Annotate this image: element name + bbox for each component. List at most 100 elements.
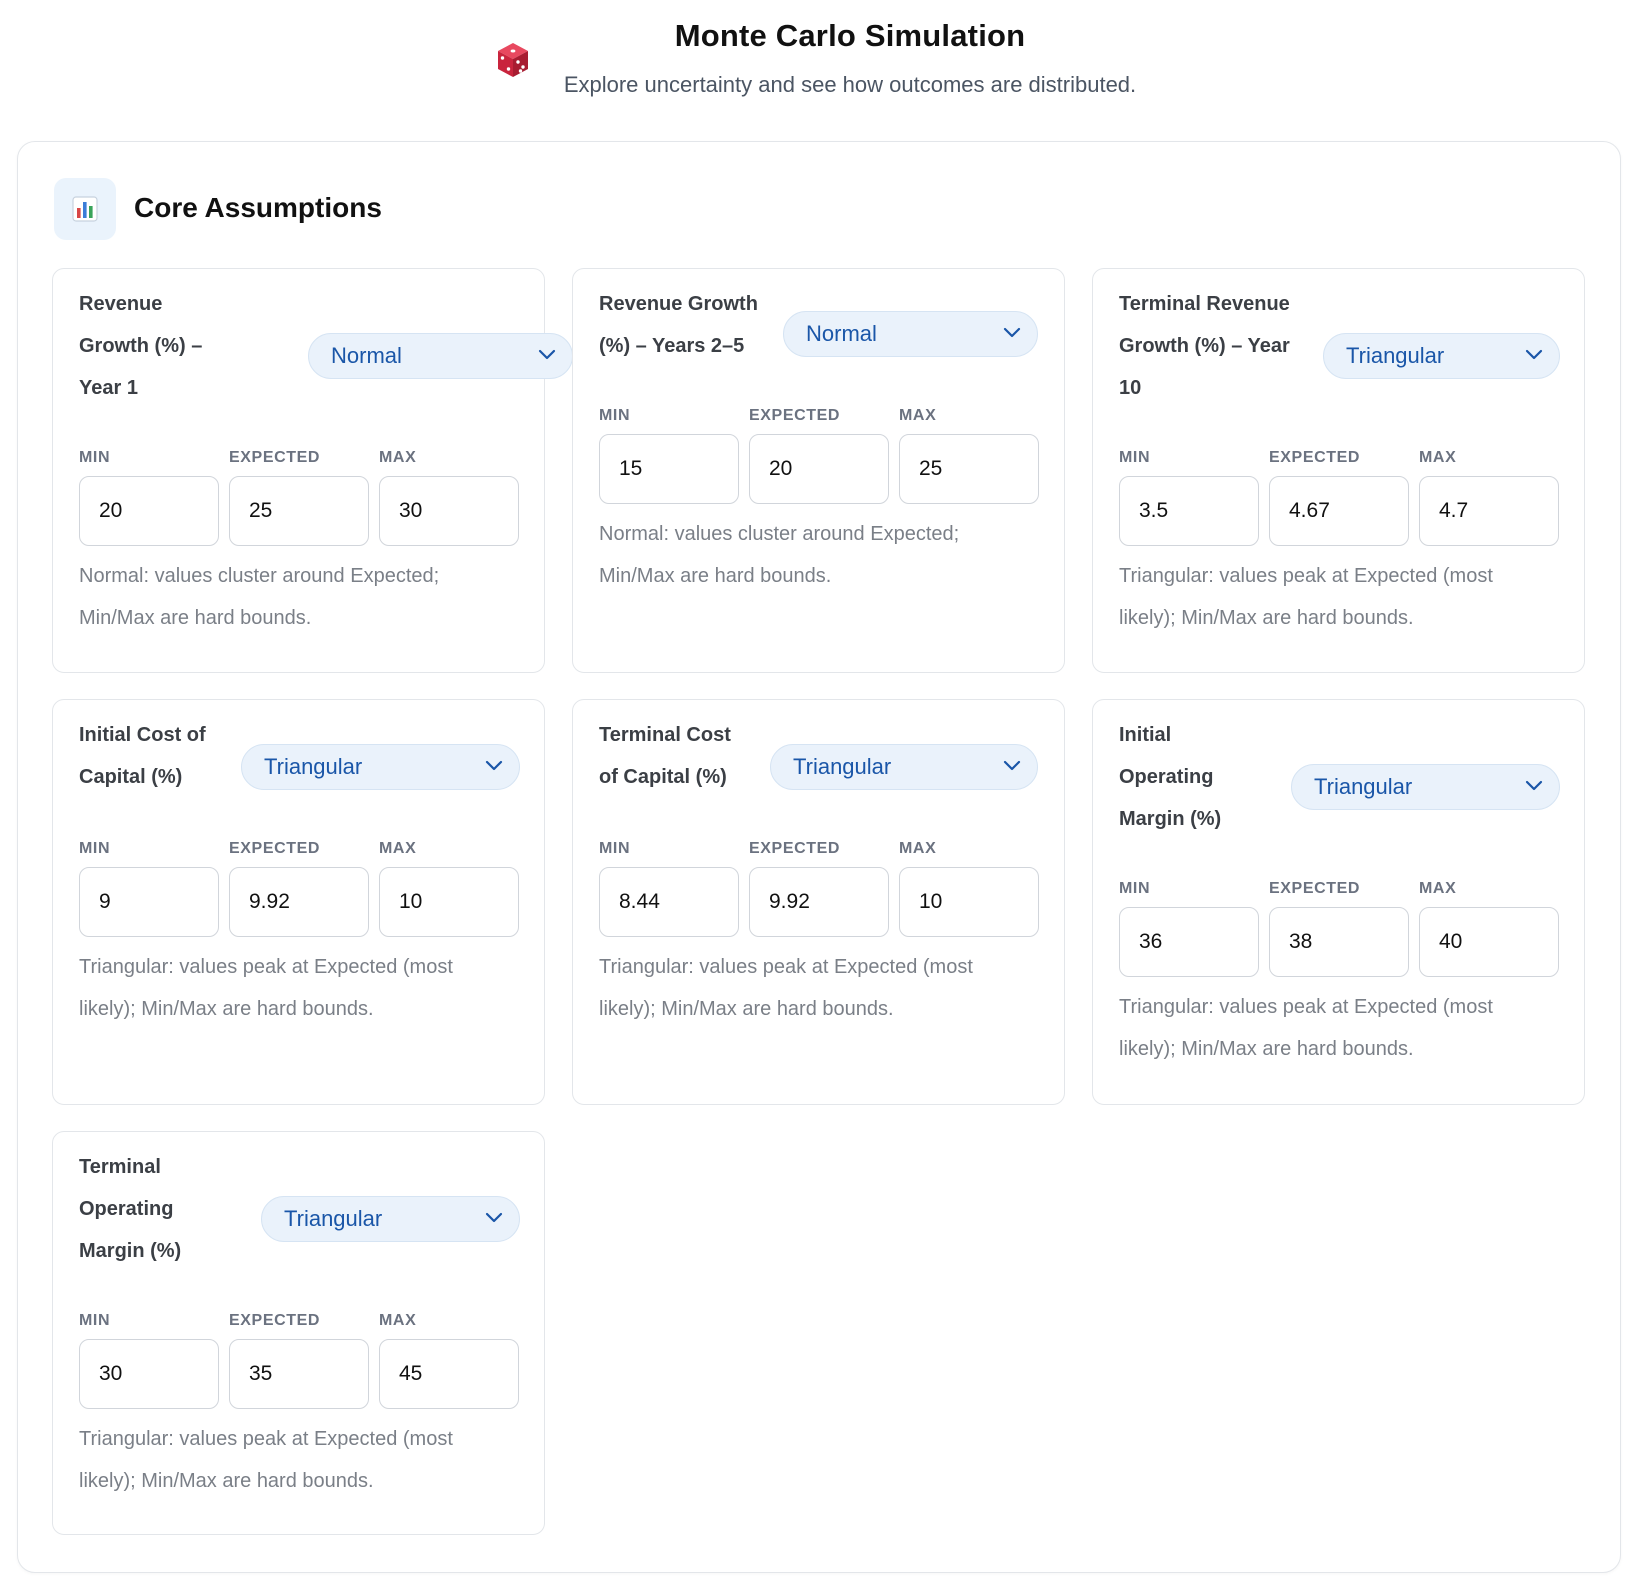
max-input[interactable] — [379, 476, 519, 546]
assumption-card: Terminal Operating Margin (%) Triangular M… — [52, 1131, 545, 1535]
assumption-label: Year 1 — [79, 377, 138, 399]
page-header: Monte Carlo Simulation Explore uncertain… — [0, 0, 1630, 110]
distribution-select[interactable]: Triangular — [1323, 333, 1560, 379]
distribution-value: Triangular — [1346, 343, 1445, 368]
min-input[interactable] — [79, 867, 219, 937]
assumption-label: Terminal — [79, 1156, 161, 1178]
min-input[interactable] — [599, 434, 739, 504]
distribution-hint: Normal: values cluster around Expected; — [79, 565, 440, 587]
assumption-label: Operating — [1119, 766, 1214, 788]
distribution-select[interactable]: Triangular — [770, 744, 1038, 790]
min-column-header: MIN — [1119, 449, 1151, 466]
distribution-hint: likely); Min/Max are hard bounds. — [1119, 607, 1414, 629]
expected-column-header: EXPECTED — [229, 449, 321, 466]
min-column-header: MIN — [1119, 880, 1151, 897]
max-column-header: MAX — [899, 840, 937, 857]
expected-column-header: EXPECTED — [229, 840, 321, 857]
assumption-card: Initial Cost of Capital (%) Triangular MI… — [52, 699, 545, 1105]
distribution-hint: Normal: values cluster around Expected; — [599, 523, 960, 545]
assumption-card: Terminal Revenue Growth (%) – Year 10 Tria… — [1092, 268, 1585, 673]
min-input[interactable] — [1119, 476, 1259, 546]
distribution-value: Triangular — [793, 754, 892, 779]
min-input[interactable] — [599, 867, 739, 937]
max-input[interactable] — [899, 434, 1039, 504]
expected-column-header: EXPECTED — [749, 407, 841, 424]
expected-input[interactable] — [749, 434, 889, 504]
chevron-down-icon — [1525, 349, 1543, 360]
assumption-label: Terminal Revenue — [1119, 293, 1290, 315]
page-subtitle: Explore uncertainty and see how outcomes… — [563, 72, 1137, 97]
distribution-hint: Min/Max are hard bounds. — [79, 607, 312, 629]
assumption-label: Margin (%) — [79, 1240, 182, 1262]
expected-input[interactable] — [229, 476, 369, 546]
assumption-label: 10 — [1119, 377, 1142, 399]
distribution-select[interactable]: Triangular — [241, 744, 520, 790]
chevron-down-icon — [485, 760, 503, 771]
max-column-header: MAX — [379, 449, 417, 466]
chevron-down-icon — [485, 1212, 503, 1223]
assumption-label: Margin (%) — [1119, 808, 1222, 830]
assumption-label: Growth (%) – — [79, 335, 203, 357]
distribution-hint: likely); Min/Max are hard bounds. — [599, 998, 894, 1020]
distribution-value: Triangular — [1314, 774, 1413, 799]
min-input[interactable] — [79, 1339, 219, 1409]
min-column-header: MIN — [79, 840, 111, 857]
distribution-hint: likely); Min/Max are hard bounds. — [79, 1470, 374, 1492]
max-input[interactable] — [379, 867, 519, 937]
assumption-label: (%) – Years 2–5 — [599, 335, 745, 357]
max-column-header: MAX — [379, 840, 417, 857]
assumption-label: Terminal Cost — [599, 724, 731, 746]
distribution-value: Triangular — [284, 1206, 383, 1231]
expected-column-header: EXPECTED — [1269, 880, 1361, 897]
assumption-label: Initial Cost of — [79, 724, 206, 746]
assumption-label: Growth (%) – Year — [1119, 335, 1290, 357]
distribution-hint: Triangular: values peak at Expected (mos… — [1119, 565, 1493, 587]
max-input[interactable] — [379, 1339, 519, 1409]
max-input[interactable] — [1419, 476, 1559, 546]
chevron-down-icon — [1003, 760, 1021, 771]
expected-input[interactable] — [229, 867, 369, 937]
min-column-header: MIN — [599, 407, 631, 424]
expected-input[interactable] — [749, 867, 889, 937]
chevron-down-icon — [538, 349, 556, 360]
expected-input[interactable] — [1269, 907, 1409, 977]
distribution-hint: Min/Max are hard bounds. — [599, 565, 832, 587]
assumption-label: Initial — [1119, 724, 1172, 746]
min-column-header: MIN — [79, 449, 111, 466]
bar-chart-icon — [54, 178, 116, 240]
assumption-label: of Capital (%) — [599, 766, 727, 788]
page-title: Monte Carlo Simulation — [674, 18, 1026, 53]
distribution-value: Normal — [331, 343, 402, 368]
distribution-select[interactable]: Triangular — [261, 1196, 520, 1242]
max-column-header: MAX — [1419, 880, 1457, 897]
distribution-hint: Triangular: values peak at Expected (mos… — [79, 1428, 453, 1450]
min-input[interactable] — [1119, 907, 1259, 977]
min-input[interactable] — [79, 476, 219, 546]
distribution-select[interactable]: Triangular — [1291, 764, 1560, 810]
assumption-label: Revenue Growth — [599, 293, 758, 315]
assumption-card: Revenue Growth (%) – Years 2–5 Normal MIN… — [572, 268, 1065, 673]
assumption-card: Initial Operating Margin (%) Triangular MI… — [1092, 699, 1585, 1105]
assumption-label: Operating — [79, 1198, 174, 1220]
distribution-value: Triangular — [264, 754, 363, 779]
assumption-label: Capital (%) — [79, 766, 183, 788]
distribution-select[interactable]: Normal — [308, 333, 573, 379]
expected-input[interactable] — [1269, 476, 1409, 546]
distribution-hint: Triangular: values peak at Expected (mos… — [599, 956, 973, 978]
distribution-hint: likely); Min/Max are hard bounds. — [1119, 1038, 1414, 1060]
chevron-down-icon — [1003, 327, 1021, 338]
distribution-hint: Triangular: values peak at Expected (mos… — [79, 956, 453, 978]
assumption-label: Revenue — [79, 293, 163, 315]
distribution-value: Normal — [806, 321, 877, 346]
distribution-hint: likely); Min/Max are hard bounds. — [79, 998, 374, 1020]
section-title: Core Assumptions — [134, 192, 382, 223]
chevron-down-icon — [1525, 780, 1543, 791]
max-input[interactable] — [899, 867, 1039, 937]
max-column-header: MAX — [1419, 449, 1457, 466]
distribution-select[interactable]: Normal — [783, 311, 1038, 357]
max-input[interactable] — [1419, 907, 1559, 977]
min-column-header: MIN — [599, 840, 631, 857]
expected-column-header: EXPECTED — [749, 840, 841, 857]
expected-input[interactable] — [229, 1339, 369, 1409]
expected-column-header: EXPECTED — [1269, 449, 1361, 466]
